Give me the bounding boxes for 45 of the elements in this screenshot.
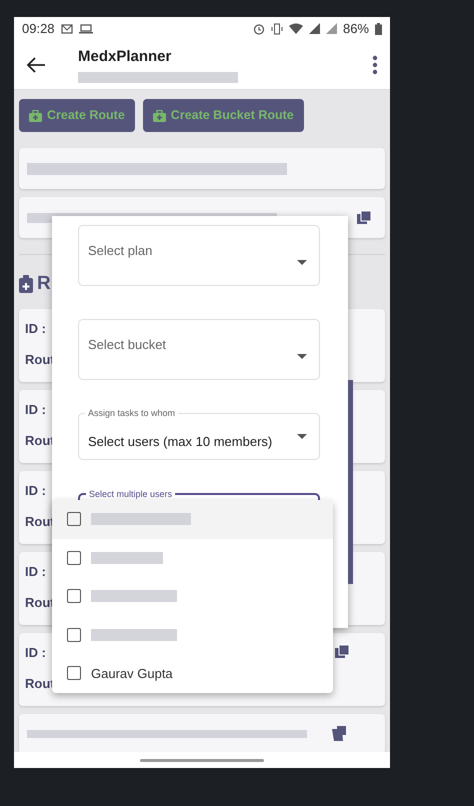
medical-bag-icon: [29, 110, 42, 122]
copy-icon[interactable]: [335, 645, 349, 659]
create-button[interactable]: Create Bucket Route: [142, 99, 304, 132]
floating-label: Select multiple users: [86, 488, 176, 500]
more-menu-icon[interactable]: [372, 54, 378, 74]
checkbox[interactable]: [67, 512, 81, 526]
checkbox[interactable]: [67, 628, 81, 642]
redacted-name: [91, 552, 163, 564]
caret-icon: [297, 434, 307, 439]
id-label: ID :: [25, 482, 46, 500]
signal-icon: [308, 23, 320, 34]
signal-icon: [326, 23, 337, 34]
wifi-icon: [288, 23, 303, 34]
status-time: 09:28: [22, 20, 55, 38]
app-title: MedxPlanner: [78, 46, 172, 67]
id-label: ID :: [25, 401, 46, 419]
mail-icon: [60, 24, 73, 34]
id-label: ID :: [25, 563, 46, 581]
user-option[interactable]: Gaurav Gupta: [52, 654, 333, 692]
field-label: Select bucket: [88, 336, 166, 354]
back-icon[interactable]: [26, 56, 46, 72]
section-heading: R: [37, 272, 51, 296]
vibrate-icon: [270, 22, 283, 34]
medical-bag-icon: [152, 110, 166, 122]
alarm-icon: [252, 22, 265, 34]
battery-percent: 86%: [342, 20, 369, 38]
select-field[interactable]: Select bucket: [78, 319, 320, 380]
id-label: ID :: [25, 644, 46, 662]
user-name: Gaurav Gupta: [91, 664, 173, 683]
caret-icon: [297, 260, 307, 265]
home-indicator[interactable]: [140, 758, 264, 762]
copy-icon[interactable]: [357, 210, 371, 224]
checkbox[interactable]: [67, 589, 81, 604]
clipboard-icon: [19, 275, 33, 293]
create-button[interactable]: Create Route: [19, 99, 135, 132]
checkbox[interactable]: [67, 550, 81, 565]
floating-label: Assign tasks to whom: [85, 407, 178, 419]
caret-icon: [297, 354, 307, 359]
field-value: Select users (max 10 members): [88, 433, 272, 451]
field-label: Select plan: [88, 242, 152, 260]
id-label: ID :: [25, 320, 46, 338]
checkbox[interactable]: [67, 666, 81, 680]
select-field[interactable]: Select plan: [78, 225, 320, 286]
battery-icon: [375, 22, 382, 34]
laptop-icon: [78, 24, 93, 34]
